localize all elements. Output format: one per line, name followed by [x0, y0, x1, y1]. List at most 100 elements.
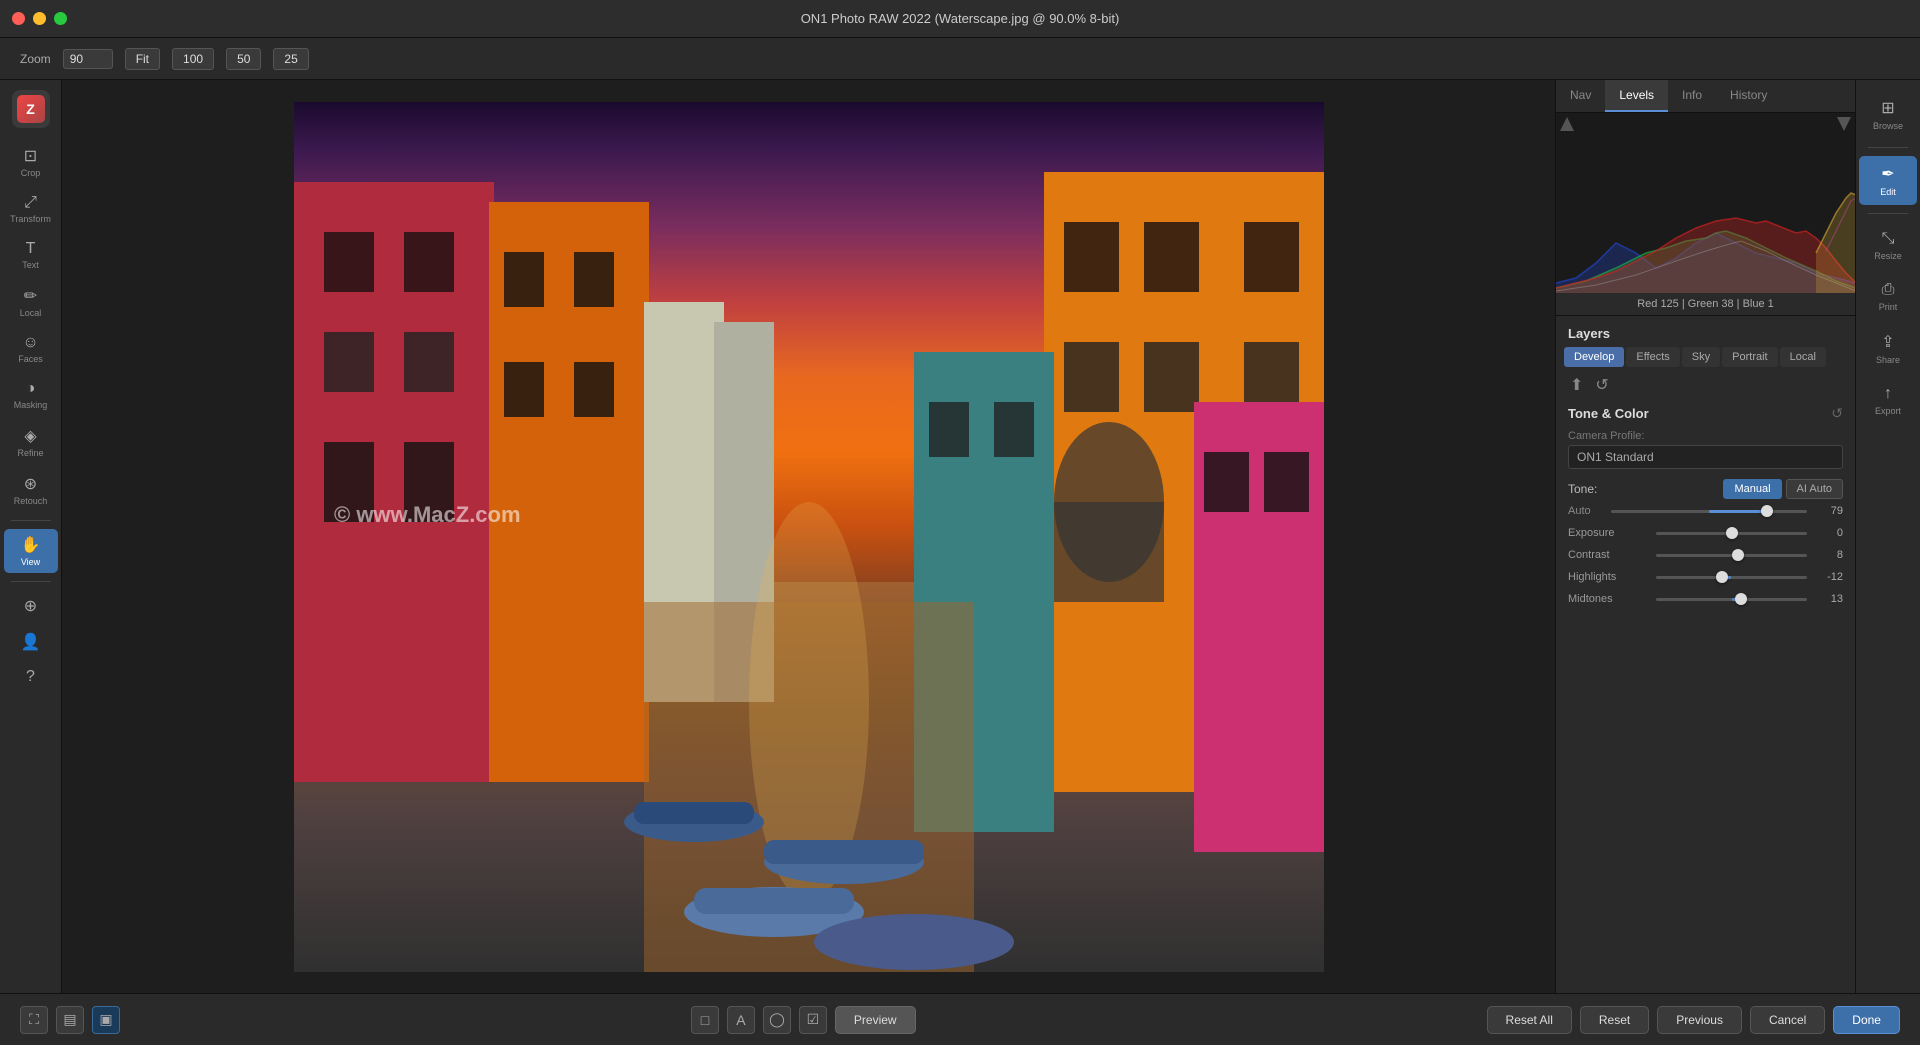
window-controls	[12, 12, 67, 25]
midtones-row: Midtones 13	[1568, 593, 1843, 605]
zoom-input[interactable]	[63, 49, 113, 69]
tool-faces[interactable]: ☺ Faces	[4, 328, 58, 370]
maximize-button[interactable]	[54, 12, 67, 25]
resize-icon: ⤡	[1882, 230, 1895, 248]
reset-button[interactable]: Reset	[1580, 1006, 1649, 1034]
tone-manual-button[interactable]: Manual	[1723, 479, 1781, 499]
export-layer-button[interactable]: ⬆	[1568, 373, 1585, 397]
tab-history[interactable]: History	[1716, 80, 1781, 112]
tab-local[interactable]: Local	[1780, 347, 1826, 367]
fullscreen-button[interactable]: ⛶	[20, 1006, 48, 1034]
titlebar: ON1 Photo RAW 2022 (Waterscape.jpg @ 90.…	[0, 0, 1920, 38]
check-button[interactable]: ☑	[799, 1006, 827, 1034]
text-overlay-button[interactable]: A	[727, 1006, 755, 1034]
histogram-svg	[1556, 113, 1855, 293]
tab-develop[interactable]: Develop	[1564, 347, 1624, 367]
window-title: ON1 Photo RAW 2022 (Waterscape.jpg @ 90.…	[801, 11, 1120, 26]
histogram-arrows	[1556, 117, 1855, 131]
circle-button[interactable]: ◯	[763, 1006, 791, 1034]
tab-info[interactable]: Info	[1668, 80, 1716, 112]
tone-color-reset-button[interactable]: ↺	[1831, 405, 1843, 422]
help-icon: ?	[26, 668, 35, 686]
reset-layer-button[interactable]: ↺	[1593, 373, 1610, 397]
tone-color-section: Tone & Color ↺ Camera Profile: ON1 Stand…	[1568, 405, 1843, 605]
highlights-slider[interactable]	[1656, 576, 1807, 579]
camera-profile-value[interactable]: ON1 Standard	[1568, 445, 1843, 469]
zoom-fit-button[interactable]: Fit	[125, 48, 160, 70]
auto-slider-track[interactable]	[1611, 510, 1807, 513]
highlights-row: Highlights -12	[1568, 571, 1843, 583]
tool-user[interactable]: 👤	[4, 626, 58, 658]
overlay-button[interactable]: □	[691, 1006, 719, 1034]
close-button[interactable]	[12, 12, 25, 25]
photo-canvas: © www.MacZ.com	[294, 102, 1324, 972]
tool-layers[interactable]: ⊕	[4, 590, 58, 622]
overlay-icon: □	[701, 1012, 709, 1028]
toolbar: Zoom Fit 100 50 25	[0, 38, 1920, 80]
tool-help[interactable]: ?	[4, 662, 58, 692]
tool-crop[interactable]: ⊡ Crop	[4, 140, 58, 184]
retouch-icon: ⊛	[24, 474, 37, 494]
filmstrip-icon: ▤	[63, 1011, 76, 1028]
export-button[interactable]: ↑ Export	[1859, 377, 1917, 424]
share-icon: ⇪	[1881, 332, 1894, 352]
exposure-slider[interactable]	[1656, 532, 1807, 535]
histogram-rgb-text: Red 125 | Green 38 | Blue 1	[1637, 298, 1774, 310]
filmstrip-button[interactable]: ▤	[56, 1006, 84, 1034]
tab-levels[interactable]: Levels	[1605, 80, 1668, 112]
zoom-50-button[interactable]: 50	[226, 48, 261, 70]
masking-label: Masking	[14, 400, 48, 410]
preview-button[interactable]: Preview	[835, 1006, 916, 1034]
tab-sky[interactable]: Sky	[1682, 347, 1720, 367]
user-icon: 👤	[21, 632, 41, 652]
resize-button[interactable]: ⤡ Resize	[1859, 222, 1917, 269]
auto-slider-row: Auto 79	[1568, 505, 1843, 517]
far-right-sep-2	[1868, 213, 1908, 214]
panel-tabs: Nav Levels Info History	[1556, 80, 1855, 113]
tone-label: Tone:	[1568, 482, 1597, 496]
zoom-25-button[interactable]: 25	[273, 48, 308, 70]
tool-retouch[interactable]: ⊛ Retouch	[4, 468, 58, 512]
transform-icon: ⤢	[24, 194, 37, 212]
histogram-highlight-arrow[interactable]	[1837, 117, 1851, 131]
contrast-value: 8	[1815, 549, 1843, 561]
export-icon: ↑	[1884, 385, 1892, 403]
view-mode-button[interactable]: ▣	[92, 1006, 120, 1034]
zoom-100-button[interactable]: 100	[172, 48, 214, 70]
share-button[interactable]: ⇪ Share	[1859, 324, 1917, 373]
histogram-shadow-arrow[interactable]	[1560, 117, 1574, 131]
panel-content[interactable]: Tone & Color ↺ Camera Profile: ON1 Stand…	[1556, 405, 1855, 993]
tool-separator-2	[11, 581, 51, 582]
tool-text[interactable]: T Text	[4, 234, 58, 276]
canvas-area[interactable]: © www.MacZ.com	[62, 80, 1555, 993]
done-button[interactable]: Done	[1833, 1006, 1900, 1034]
browse-icon: ⊞	[1881, 98, 1894, 118]
tool-local[interactable]: ✏ Local	[4, 280, 58, 324]
highlights-label: Highlights	[1568, 571, 1648, 583]
layers-tabs: Develop Effects Sky Portrait Local	[1556, 347, 1855, 373]
tone-ai-auto-button[interactable]: AI Auto	[1786, 479, 1843, 499]
tone-color-title: Tone & Color	[1568, 406, 1649, 421]
edit-button[interactable]: ✒ Edit	[1859, 156, 1917, 205]
tab-portrait[interactable]: Portrait	[1722, 347, 1777, 367]
bottom-left: ⛶ ▤ ▣	[20, 1006, 120, 1034]
browse-button[interactable]: ⊞ Browse	[1859, 90, 1917, 139]
tab-effects[interactable]: Effects	[1626, 347, 1679, 367]
contrast-row: Contrast 8	[1568, 549, 1843, 561]
left-sidebar: Z ⊡ Crop ⤢ Transform T Text ✏ Local ☺ Fa…	[0, 80, 62, 993]
midtones-value: 13	[1815, 593, 1843, 605]
tab-nav[interactable]: Nav	[1556, 80, 1605, 112]
svg-text:© www.MacZ.com: © www.MacZ.com	[334, 502, 521, 527]
tool-masking[interactable]: ◑ Masking	[4, 374, 58, 416]
minimize-button[interactable]	[33, 12, 46, 25]
tool-transform[interactable]: ⤢ Transform	[4, 188, 58, 230]
contrast-slider[interactable]	[1656, 554, 1807, 557]
tool-refine[interactable]: ◈ Refine	[4, 420, 58, 464]
reset-all-button[interactable]: Reset All	[1487, 1006, 1572, 1034]
print-button[interactable]: ⎙ Print	[1859, 273, 1917, 320]
fullscreen-icon: ⛶	[29, 1011, 39, 1028]
cancel-button[interactable]: Cancel	[1750, 1006, 1825, 1034]
tool-view[interactable]: ✋ View	[4, 529, 58, 573]
previous-button[interactable]: Previous	[1657, 1006, 1742, 1034]
midtones-slider[interactable]	[1656, 598, 1807, 601]
